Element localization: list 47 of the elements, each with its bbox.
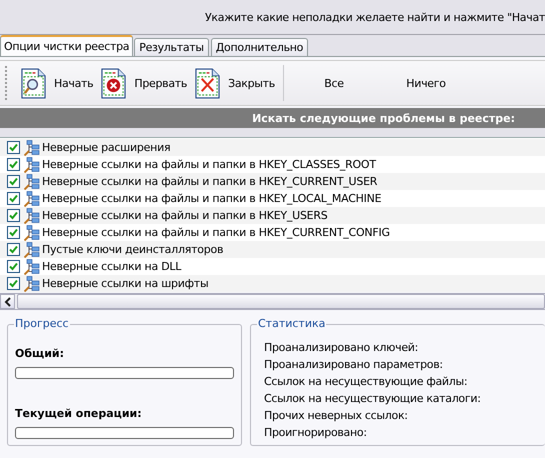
registry-icon	[24, 224, 40, 240]
tab[interactable]: Дополнительно	[210, 38, 308, 56]
registry-icon	[24, 174, 40, 190]
toolbar-button[interactable]: Закрыть	[191, 64, 279, 102]
list-item-label[interactable]: Неверные ссылки на файлы и папки в HKEY_LOCAL_MACHINE	[42, 192, 382, 205]
checkbox[interactable]	[7, 141, 20, 154]
group-title: Прогресс	[14, 317, 70, 330]
scroll-left-icon[interactable]	[0, 294, 15, 309]
checkbox[interactable]	[7, 260, 20, 273]
tab[interactable]: Результаты	[134, 38, 209, 56]
instruction-text: Укажите какие неполадки желаете найти и нажмите "Начат	[205, 10, 545, 24]
registry-icon	[24, 258, 40, 274]
statistic-label: Ссылок на несуществующие каталоги:	[264, 392, 482, 407]
list-item-label[interactable]: Неверные ссылки на файлы и папки в HKEY_CURRENT_CONFIG	[42, 226, 390, 239]
list-header: Искать следующие проблемы в реестре:	[0, 108, 545, 128]
checkbox[interactable]	[7, 158, 20, 171]
checkbox[interactable]	[7, 226, 20, 239]
statistic-label: Прочих неверных ссылок:	[264, 409, 409, 424]
list-item-label[interactable]: Неверные расширения	[42, 141, 170, 154]
registry-icon	[24, 156, 40, 172]
registry-icon	[24, 140, 40, 156]
group-title: Статистика	[257, 317, 326, 330]
registry-icon	[24, 190, 40, 206]
tab[interactable]: Опции чистки реестра	[0, 35, 134, 56]
toolbar-button[interactable]: Прервать	[97, 64, 192, 102]
statistic-label: Ссылок на несуществующие файлы:	[264, 375, 468, 390]
checkbox[interactable]	[7, 243, 20, 256]
checkbox[interactable]	[7, 192, 20, 205]
list-item-label[interactable]: Неверные ссылки на файлы и папки в HKEY_CLASSES_ROOT	[42, 158, 376, 171]
checkbox[interactable]	[7, 277, 20, 290]
registry-icon	[24, 242, 40, 258]
toolbar-button[interactable]: Ничего	[386, 64, 466, 102]
checkbox[interactable]	[7, 209, 20, 222]
registry-icon	[24, 208, 40, 224]
toolbar-button[interactable]: Начать	[17, 64, 98, 102]
progress-label: Общий:	[15, 347, 66, 360]
cross-document-icon	[195, 68, 220, 98]
checkbox[interactable]	[7, 175, 20, 188]
statistic-label: Проигнорировано:	[264, 426, 368, 441]
statistic-label: Проанализировано параметров:	[264, 358, 444, 373]
progress-label: Текущей операции:	[15, 407, 143, 420]
stop-document-icon	[101, 68, 126, 98]
toolbar-button[interactable]: Все	[294, 64, 374, 102]
statistic-label: Проанализировано ключей:	[264, 341, 420, 356]
magnifier-document-icon	[21, 68, 46, 98]
registry-icon	[24, 276, 40, 292]
list-item-label[interactable]: Неверные ссылки на DLL	[42, 260, 182, 273]
